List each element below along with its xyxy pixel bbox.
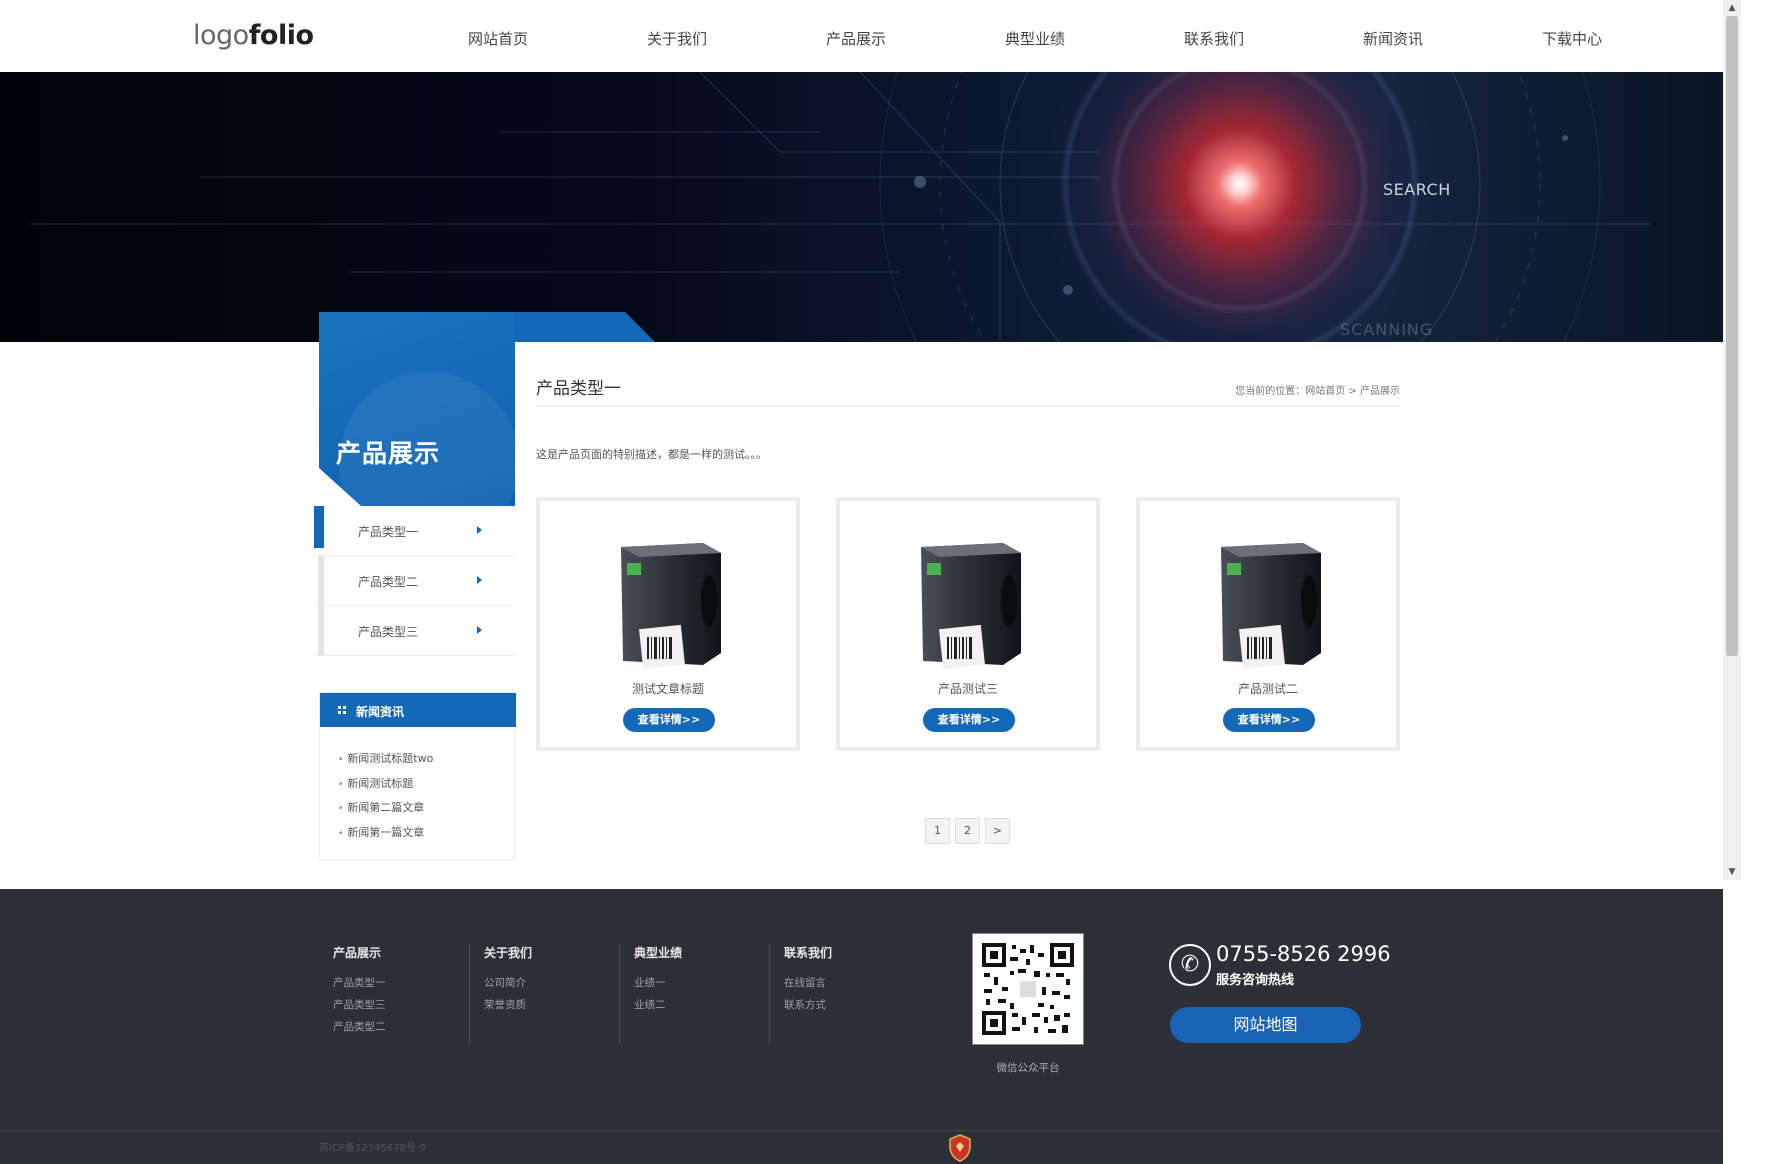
news-item[interactable]: 新闻第二篇文章 <box>338 799 433 824</box>
triangle-right-icon <box>477 576 482 584</box>
nav-news[interactable]: 新闻资讯 <box>1363 28 1423 49</box>
banner-scanning-text: SCANNING <box>1340 320 1434 339</box>
footer-link[interactable]: 联系方式 <box>784 997 826 1019</box>
sidebar-notch <box>319 468 361 506</box>
page-description: 这是产品页面的特别描述，都是一样的测试。。。 <box>536 448 767 461</box>
nav-products[interactable]: 产品展示 <box>826 28 886 49</box>
news-title[interactable]: 新闻资讯 <box>356 703 404 720</box>
sidebar-title-block: 产品展示 <box>319 312 515 506</box>
category-bar <box>318 556 324 606</box>
view-details-button[interactable]: 查看详情>> <box>623 708 715 732</box>
footer-link[interactable]: 荣誉资质 <box>484 997 526 1019</box>
footer-link[interactable]: 产品类型二 <box>333 1019 386 1041</box>
product-card[interactable]: 产品测试三 查看详情>> <box>836 497 1100 751</box>
banner-search-text: SEARCH <box>1383 180 1451 199</box>
logo[interactable]: logofolio <box>193 20 314 51</box>
page-scrollbar[interactable]: ▲ ▼ <box>1723 0 1741 880</box>
category-item[interactable]: 产品类型一 <box>314 506 515 556</box>
sidebar-news-box: 新闻资讯 新闻测试标题two 新闻测试标题 新闻第二篇文章 新闻第一篇文章 <box>319 692 516 860</box>
hotline-number: 0755-8526 2996 <box>1216 942 1391 966</box>
sitemap-button[interactable]: 网站地图 <box>1170 1007 1361 1043</box>
nav-cases[interactable]: 典型业绩 <box>1005 28 1065 49</box>
page-button-1[interactable]: 1 <box>925 818 950 844</box>
qr-caption: 微信公众平台 <box>996 1062 1060 1074</box>
nav-downloads[interactable]: 下载中心 <box>1542 28 1602 49</box>
sidebar-title: 产品展示 <box>336 439 441 468</box>
page-title: 产品类型一 <box>536 379 621 399</box>
footer-column-about: 关于我们 公司简介 荣誉资质 <box>469 944 614 1044</box>
category-item[interactable]: 产品类型三 <box>314 606 515 656</box>
phone-icon: ✆ <box>1169 944 1211 986</box>
site-header: logofolio 网站首页 关于我们 产品展示 典型业绩 联系我们 新闻资讯 … <box>0 0 1723 72</box>
footer-column-cases: 典型业绩 业绩一 业绩二 <box>619 944 764 1044</box>
footer-link[interactable]: 产品类型三 <box>333 997 386 1019</box>
footer-column-title[interactable]: 产品展示 <box>333 944 381 961</box>
product-title[interactable]: 产品测试三 <box>840 680 1096 697</box>
page-button-2[interactable]: 2 <box>955 818 980 844</box>
main-nav: 网站首页 关于我们 产品展示 典型业绩 联系我们 新闻资讯 下载中心 <box>428 0 1678 72</box>
breadcrumb[interactable]: 您当前的位置：网站首页 > 产品展示 <box>1220 382 1400 397</box>
icp-record[interactable]: 苏ICP备12345678号-9 <box>319 1139 426 1154</box>
product-title[interactable]: 产品测试二 <box>1140 680 1396 697</box>
footer-column-title[interactable]: 关于我们 <box>484 944 532 961</box>
footer-link[interactable]: 产品类型一 <box>333 975 386 997</box>
category-active-bar <box>314 506 324 548</box>
product-card[interactable]: 产品测试二 查看详情>> <box>1136 497 1400 751</box>
logo-part2: folio <box>248 20 314 51</box>
triangle-right-icon <box>477 626 482 634</box>
category-label: 产品类型三 <box>358 625 419 639</box>
printer-image <box>1221 543 1321 669</box>
site-footer: 产品展示 产品类型一 产品类型三 产品类型二 关于我们 公司简介 荣誉资质 典型… <box>0 889 1723 1164</box>
nav-home[interactable]: 网站首页 <box>468 28 528 49</box>
nav-about[interactable]: 关于我们 <box>647 28 707 49</box>
grid-icon <box>338 706 346 714</box>
view-details-button[interactable]: 查看详情>> <box>923 708 1015 732</box>
footer-link[interactable]: 公司简介 <box>484 975 526 997</box>
wechat-qr-code <box>972 933 1084 1045</box>
hotline-label: 服务咨询热线 <box>1216 973 1295 988</box>
view-details-button[interactable]: 查看详情>> <box>1223 708 1315 732</box>
news-item[interactable]: 新闻测试标题 <box>338 775 433 800</box>
product-grid: 测试文章标题 查看详情>> 产品测试三 查看详情>> 产品测试二 查看详情>> <box>536 497 1400 751</box>
category-label: 产品类型一 <box>358 525 419 539</box>
news-header: 新闻资讯 <box>320 693 516 727</box>
news-item[interactable]: 新闻第一篇文章 <box>338 824 433 849</box>
footer-divider <box>0 1130 1723 1131</box>
footer-column-contact: 联系我们 在线留言 联系方式 <box>769 944 914 1044</box>
qr-code-icon <box>982 943 1074 1035</box>
category-label: 产品类型二 <box>358 575 419 589</box>
shield-icon[interactable] <box>948 1134 972 1162</box>
product-card[interactable]: 测试文章标题 查看详情>> <box>536 497 800 751</box>
scroll-down-icon[interactable]: ▼ <box>1723 864 1741 880</box>
banner-decoration <box>30 72 1650 342</box>
hero-banner: SEARCH SCANNING <box>0 72 1723 342</box>
page-next-button[interactable]: > <box>985 818 1010 844</box>
category-list: 产品类型一 产品类型二 产品类型三 <box>314 506 515 656</box>
printer-image <box>621 543 721 669</box>
triangle-right-icon <box>477 526 482 534</box>
category-bar <box>318 606 324 656</box>
printer-image <box>921 543 1021 669</box>
news-list: 新闻测试标题two 新闻测试标题 新闻第二篇文章 新闻第一篇文章 <box>338 750 433 848</box>
title-divider <box>536 406 1400 407</box>
footer-link[interactable]: 在线留言 <box>784 975 826 997</box>
footer-column-products: 产品展示 产品类型一 产品类型三 产品类型二 <box>319 944 464 1044</box>
news-item[interactable]: 新闻测试标题two <box>338 750 433 775</box>
footer-link[interactable]: 业绩一 <box>634 975 666 997</box>
footer-column-title[interactable]: 典型业绩 <box>634 944 682 961</box>
nav-contact[interactable]: 联系我们 <box>1184 28 1244 49</box>
footer-link[interactable]: 业绩二 <box>634 997 666 1019</box>
category-item[interactable]: 产品类型二 <box>314 556 515 606</box>
scrollbar-thumb[interactable] <box>1726 16 1738 656</box>
footer-column-title[interactable]: 联系我们 <box>784 944 832 961</box>
product-title[interactable]: 测试文章标题 <box>540 680 796 697</box>
logo-part1: logo <box>193 20 249 51</box>
scroll-up-icon[interactable]: ▲ <box>1723 0 1741 16</box>
